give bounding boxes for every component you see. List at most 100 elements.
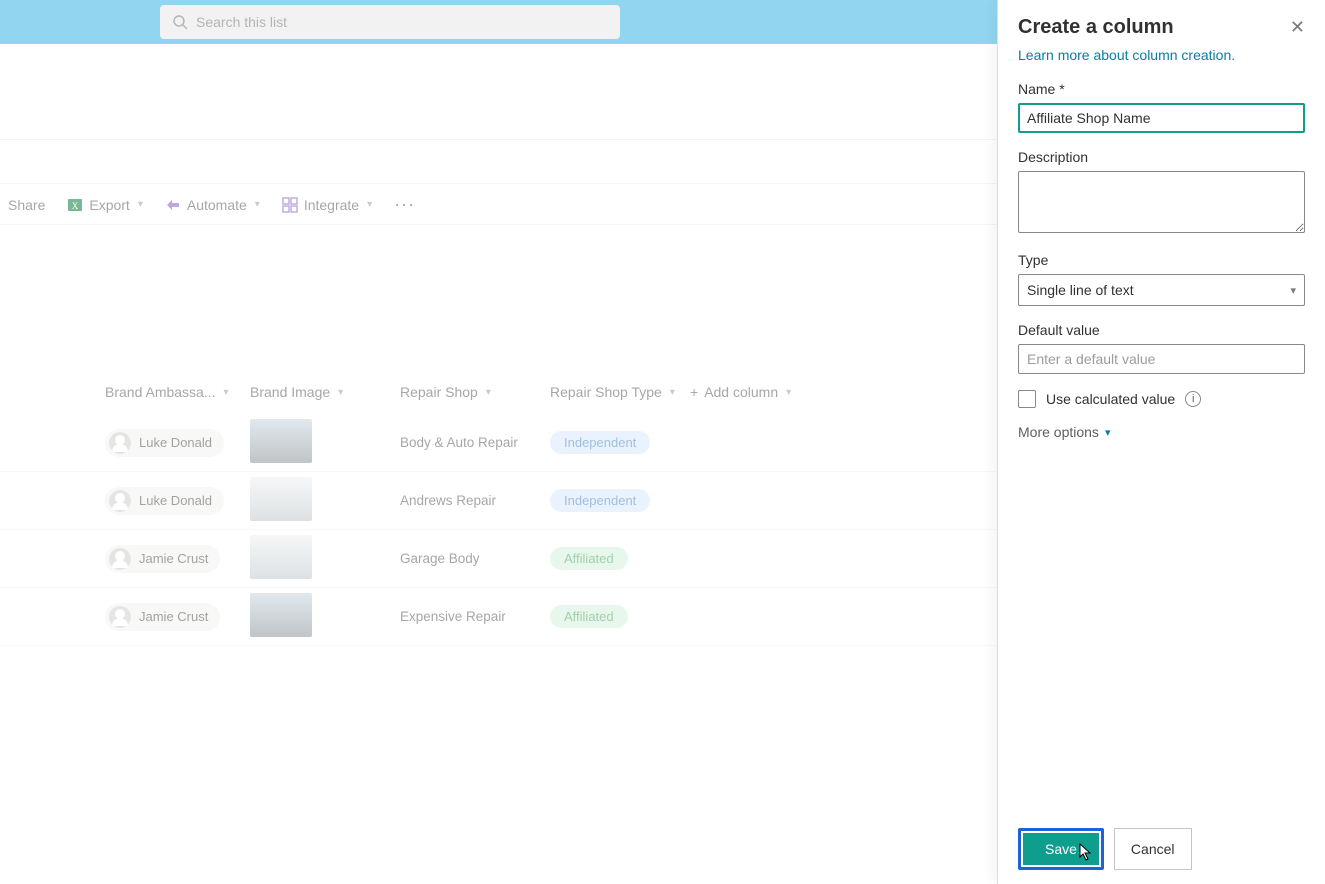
chevron-down-icon [222, 387, 229, 398]
name-label: Name * [1018, 81, 1305, 97]
brand-image-thumbnail[interactable] [250, 419, 312, 463]
repair-shop-cell: Body & Auto Repair [400, 435, 550, 450]
field-type: Type Single line of text ▾ [1018, 252, 1305, 306]
save-button[interactable]: Save [1023, 833, 1099, 865]
person-chip[interactable]: Luke Donald [105, 487, 224, 515]
type-select-value: Single line of text [1027, 282, 1134, 298]
brand-image-thumbnail[interactable] [250, 535, 312, 579]
use-calculated-label: Use calculated value [1046, 391, 1175, 407]
cancel-label: Cancel [1131, 841, 1175, 857]
chevron-down-icon [253, 199, 260, 210]
table-row[interactable]: Luke Donald Andrews RepairIndependent [0, 472, 997, 530]
panel-body: Name * Description Type Single line of t… [1018, 81, 1305, 816]
export-button[interactable]: X Export [67, 197, 143, 213]
cancel-button[interactable]: Cancel [1114, 828, 1192, 870]
person-name: Jamie Crust [139, 609, 208, 624]
brand-image-thumbnail[interactable] [250, 593, 312, 637]
person-name: Luke Donald [139, 493, 212, 508]
automate-icon [165, 197, 181, 213]
share-label: Share [8, 197, 45, 213]
info-icon[interactable]: i [1185, 391, 1201, 407]
data-grid: Brand Ambassa... Brand Image Repair Shop… [0, 300, 997, 646]
person-name: Jamie Crust [139, 551, 208, 566]
name-input[interactable] [1018, 103, 1305, 133]
field-description: Description [1018, 149, 1305, 236]
panel-header: Create a column ✕ [1018, 16, 1305, 39]
repair-shop-type-pill: Independent [550, 489, 650, 512]
brand-image-thumbnail[interactable] [250, 477, 312, 521]
integrate-label: Integrate [304, 197, 359, 213]
chevron-down-icon [365, 199, 372, 210]
type-select[interactable]: Single line of text ▾ [1018, 274, 1305, 306]
cursor-icon [1079, 843, 1095, 863]
column-header-label: Repair Shop [400, 384, 478, 400]
share-button[interactable]: Share [8, 197, 45, 213]
integrate-button[interactable]: Integrate [282, 197, 372, 213]
search-box[interactable] [160, 5, 620, 39]
person-chip[interactable]: Jamie Crust [105, 545, 220, 573]
chevron-down-icon [668, 387, 675, 398]
chevron-down-icon [136, 199, 143, 210]
column-header-brand-image[interactable]: Brand Image [250, 384, 400, 400]
create-column-panel: Create a column ✕ Learn more about colum… [997, 0, 1325, 884]
repair-shop-cell: Expensive Repair [400, 609, 550, 624]
repair-shop-type-pill: Affiliated [550, 547, 628, 570]
column-header-label: Brand Ambassa... [105, 384, 216, 400]
add-column-label: Add column [704, 384, 778, 400]
chevron-down-icon [336, 387, 343, 398]
command-bar: Share X Export Automate Integrate ··· [0, 185, 997, 225]
panel-title: Create a column [1018, 16, 1174, 39]
search-icon [172, 14, 188, 30]
chevron-down-icon [784, 387, 791, 398]
column-header-ambassador[interactable]: Brand Ambassa... [105, 384, 250, 400]
repair-shop-cell: Andrews Repair [400, 493, 550, 508]
default-value-input[interactable] [1018, 344, 1305, 374]
chevron-down-icon: ▾ [1290, 284, 1296, 297]
avatar [109, 490, 131, 512]
svg-text:X: X [72, 201, 79, 211]
search-input[interactable] [196, 14, 608, 30]
learn-more-link[interactable]: Learn more about column creation. [1018, 47, 1305, 63]
close-button[interactable]: ✕ [1290, 17, 1305, 38]
close-icon: ✕ [1290, 17, 1305, 37]
field-default-value: Default value [1018, 322, 1305, 374]
panel-footer: Save Cancel [1018, 816, 1305, 870]
export-label: Export [89, 197, 129, 213]
grid-header-row: Brand Ambassa... Brand Image Repair Shop… [0, 370, 997, 414]
field-name: Name * [1018, 81, 1305, 133]
integrate-icon [282, 197, 298, 213]
default-value-label: Default value [1018, 322, 1305, 338]
avatar [109, 606, 131, 628]
column-header-repair-shop-type[interactable]: Repair Shop Type [550, 384, 690, 400]
avatar [109, 432, 131, 454]
description-input[interactable] [1018, 171, 1305, 233]
repair-shop-type-pill: Affiliated [550, 605, 628, 628]
excel-icon: X [67, 197, 83, 213]
description-label: Description [1018, 149, 1305, 165]
plus-icon: + [690, 384, 698, 400]
table-row[interactable]: Jamie Crust Expensive RepairAffiliated [0, 588, 997, 646]
person-chip[interactable]: Jamie Crust [105, 603, 220, 631]
chevron-down-icon: ▾ [1105, 426, 1111, 439]
save-highlight: Save [1018, 828, 1104, 870]
more-options-toggle[interactable]: More options ▾ [1018, 424, 1305, 440]
avatar [109, 548, 131, 570]
repair-shop-cell: Garage Body [400, 551, 550, 566]
person-chip[interactable]: Luke Donald [105, 429, 224, 457]
repair-shop-type-pill: Independent [550, 431, 650, 454]
table-row[interactable]: Jamie Crust Garage BodyAffiliated [0, 530, 997, 588]
automate-button[interactable]: Automate [165, 197, 260, 213]
ellipsis-icon: ··· [394, 194, 415, 215]
table-row[interactable]: Luke Donald Body & Auto RepairIndependent [0, 414, 997, 472]
chevron-down-icon [484, 387, 491, 398]
column-header-label: Brand Image [250, 384, 330, 400]
save-label: Save [1045, 841, 1077, 857]
use-calculated-row: Use calculated value i [1018, 390, 1305, 408]
person-name: Luke Donald [139, 435, 212, 450]
add-column-button[interactable]: + Add column [690, 384, 830, 400]
more-options-label: More options [1018, 424, 1099, 440]
more-commands-button[interactable]: ··· [394, 194, 415, 215]
use-calculated-checkbox[interactable] [1018, 390, 1036, 408]
column-header-label: Repair Shop Type [550, 384, 662, 400]
column-header-repair-shop[interactable]: Repair Shop [400, 384, 550, 400]
